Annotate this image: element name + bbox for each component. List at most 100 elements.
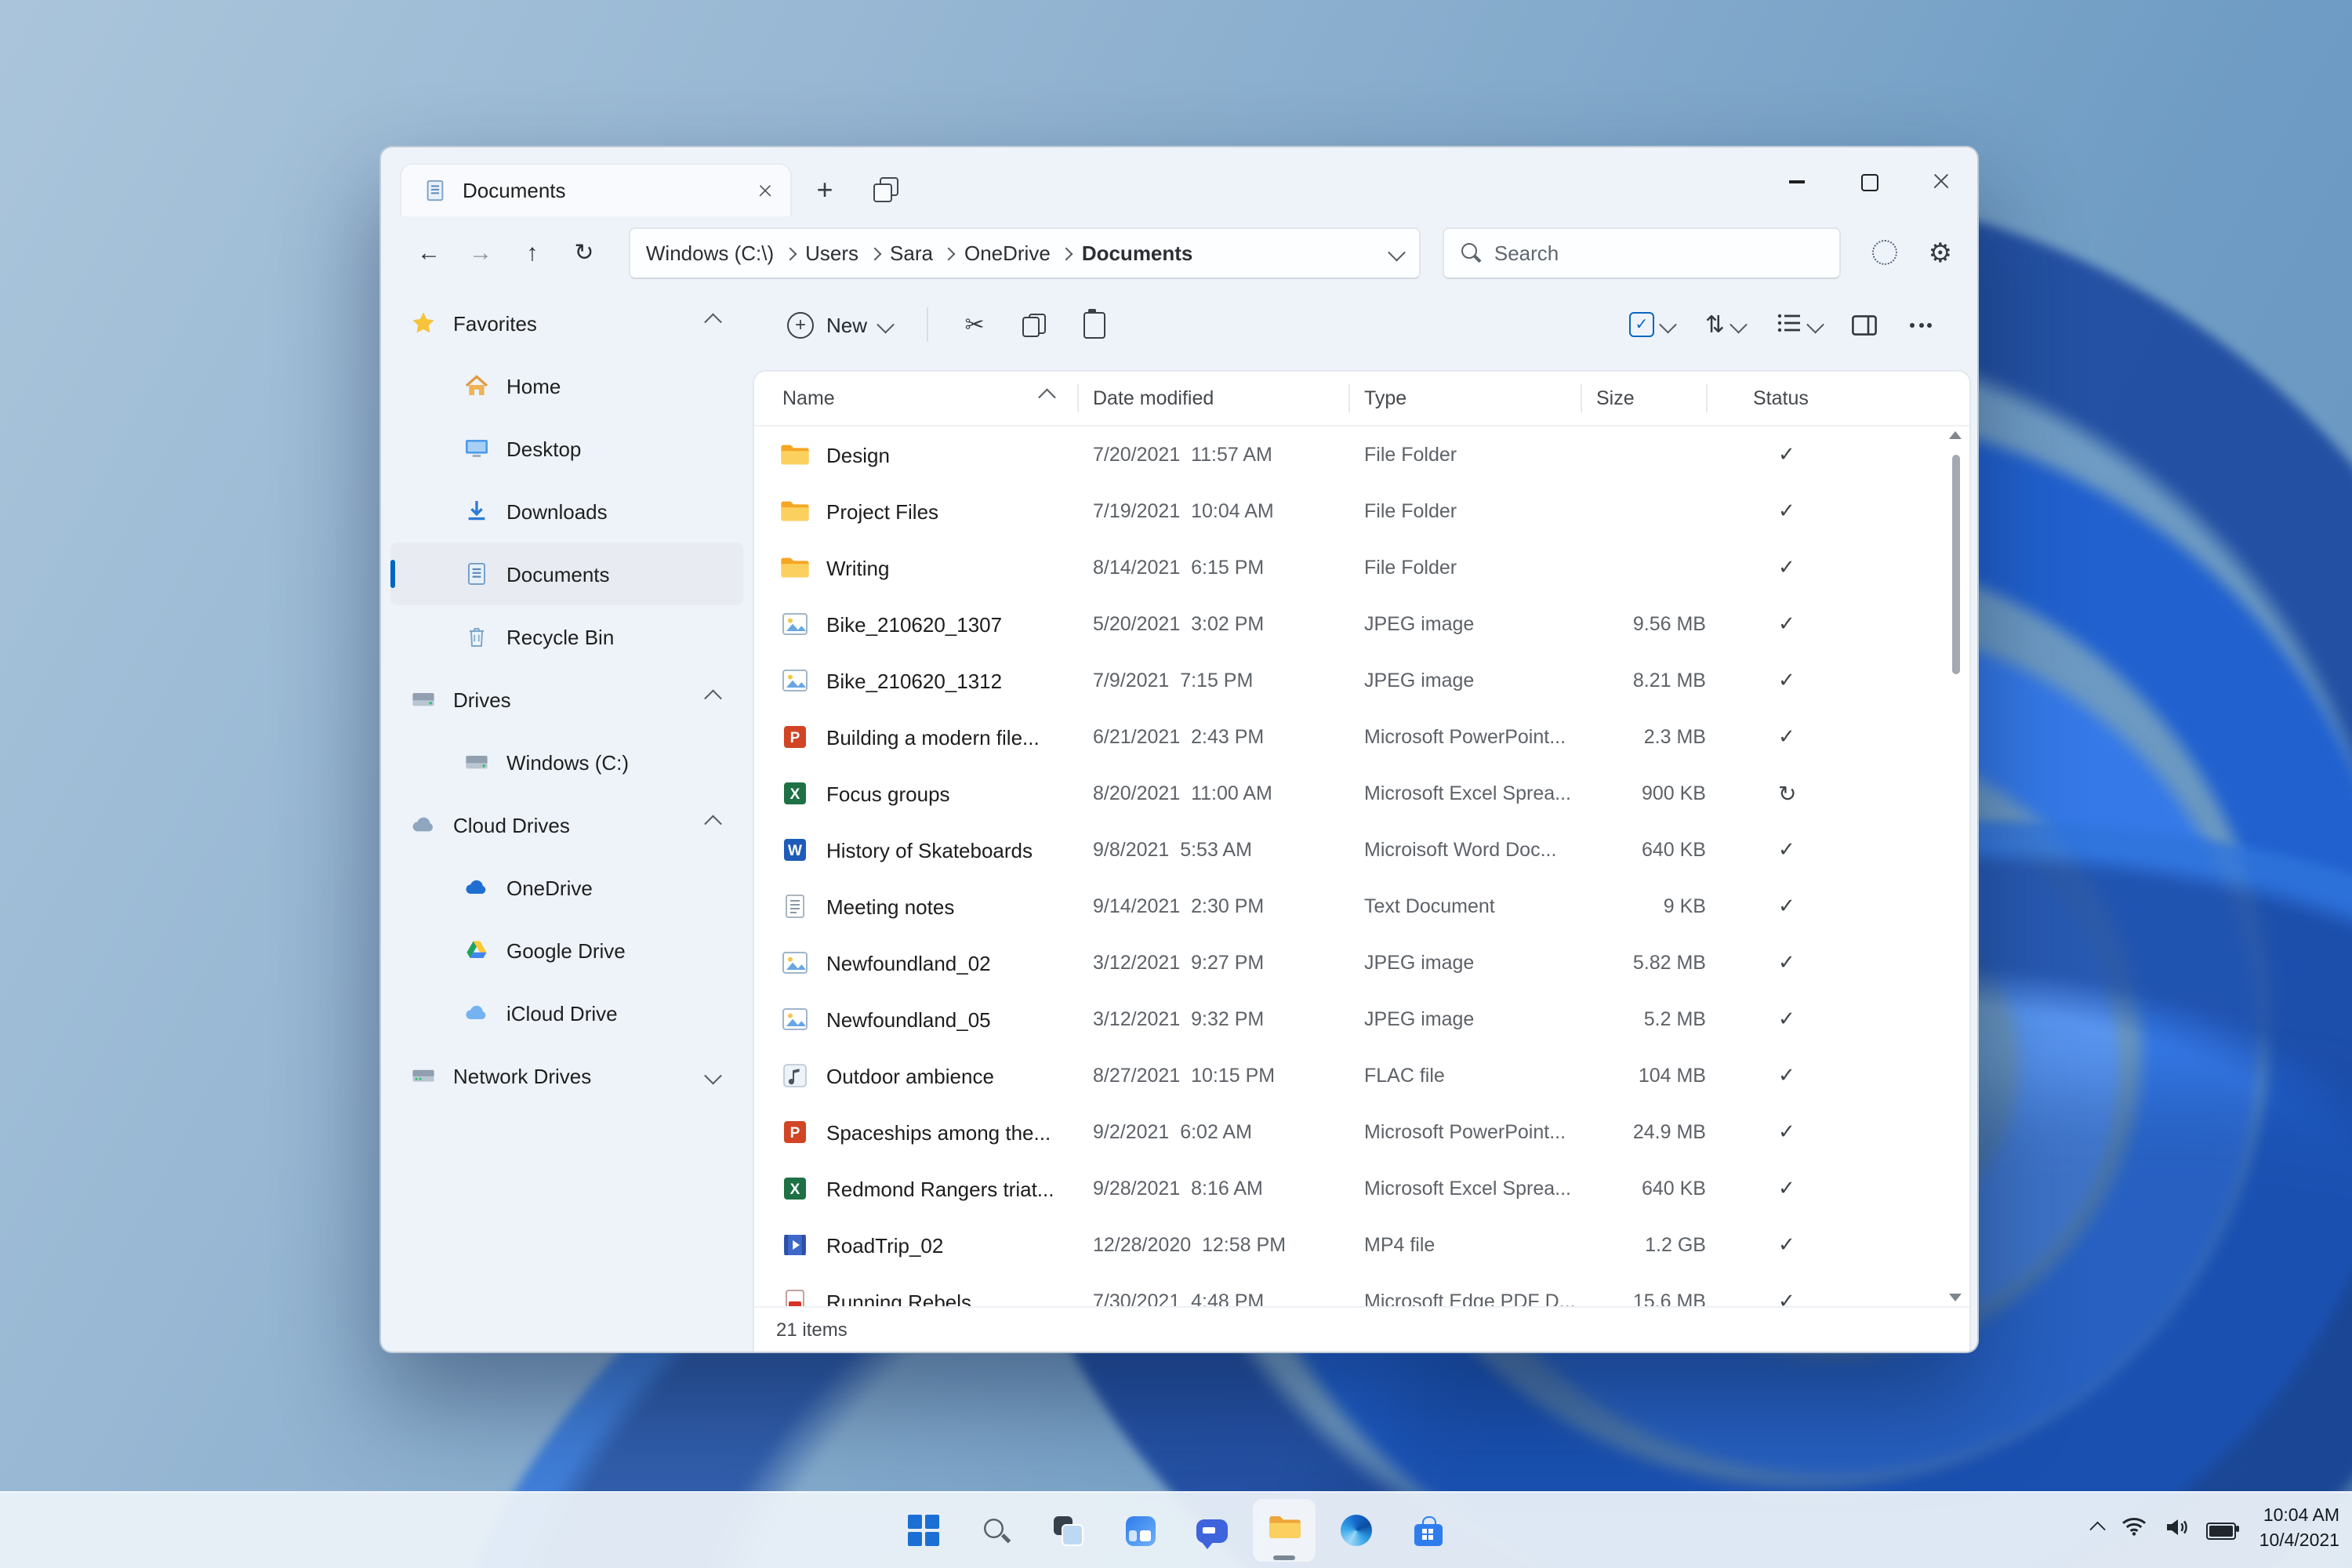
search-input[interactable] bbox=[1494, 241, 1824, 264]
refresh-button[interactable]: ↻ bbox=[561, 229, 607, 276]
breadcrumb-item-documents[interactable]: Documents bbox=[1082, 241, 1193, 264]
taskbar-search-button[interactable] bbox=[964, 1499, 1027, 1562]
file-name: Project Files bbox=[826, 499, 939, 523]
file-row-outdoor-ambience[interactable]: Outdoor ambience 8/27/2021 10:15 PM FLAC f… bbox=[754, 1047, 1969, 1104]
gear-icon[interactable]: ⚙ bbox=[1929, 239, 1953, 266]
breadcrumb-item-sara[interactable]: Sara bbox=[890, 241, 933, 264]
view-button[interactable] bbox=[1763, 299, 1833, 350]
paste-icon[interactable] bbox=[1069, 299, 1119, 350]
close-button[interactable] bbox=[1905, 147, 1977, 216]
tab-overview-icon[interactable] bbox=[873, 177, 898, 202]
window-body: Favorites Home Desktop Downloads Documents Re… bbox=[381, 289, 1977, 1352]
sidebar-section-label: Cloud Drives bbox=[453, 813, 570, 837]
sidebar-item-google-drive[interactable]: Google Drive bbox=[390, 919, 743, 982]
task-view-button[interactable] bbox=[1036, 1499, 1099, 1562]
column-header-date-modified[interactable]: Date modified bbox=[1077, 372, 1348, 425]
column-header-name[interactable]: Name bbox=[779, 372, 1077, 425]
file-row-writing[interactable]: Writing 8/14/2021 6:15 PM File Folder ✓ bbox=[754, 539, 1969, 596]
video-icon bbox=[779, 1232, 811, 1258]
file-status: ✓ bbox=[1706, 612, 1947, 637]
file-row-redmond-rangers-triat[interactable]: X Redmond Rangers triat... 9/28/2021 8:16 … bbox=[754, 1160, 1969, 1217]
file-date-modified: 7/19/2021 10:04 AM bbox=[1093, 500, 1274, 522]
sidebar-item-documents[interactable]: Documents bbox=[390, 543, 743, 605]
sidebar-item-home[interactable]: Home bbox=[390, 354, 743, 417]
sidebar-item-windows-c[interactable]: Windows (C:) bbox=[390, 731, 743, 793]
tray-overflow-icon[interactable] bbox=[2090, 1523, 2106, 1538]
maximize-button[interactable] bbox=[1833, 147, 1905, 216]
copy-icon[interactable] bbox=[1009, 299, 1059, 350]
new-button[interactable]: + New bbox=[775, 302, 904, 347]
back-button[interactable]: ← bbox=[406, 229, 452, 276]
column-header-type[interactable]: Type bbox=[1348, 372, 1581, 425]
store-button[interactable] bbox=[1397, 1499, 1460, 1562]
chevron-down-icon[interactable] bbox=[703, 1067, 721, 1084]
file-row-bike-210620-1307[interactable]: Bike_210620_1307 5/20/2021 3:02 PM JPEG im… bbox=[754, 596, 1969, 652]
scroll-down-icon[interactable] bbox=[1949, 1294, 1962, 1301]
file-row-project-files[interactable]: Project Files 7/19/2021 10:04 AM File Fold… bbox=[754, 483, 1969, 539]
synced-check-icon: ✓ bbox=[1778, 1232, 1795, 1256]
volume-icon[interactable] bbox=[2164, 1515, 2189, 1545]
chevron-up-icon[interactable] bbox=[703, 816, 721, 833]
divider bbox=[926, 307, 928, 342]
file-date-modified: 9/2/2021 6:02 AM bbox=[1093, 1121, 1252, 1143]
chevron-up-icon[interactable] bbox=[703, 691, 721, 708]
file-row-roadtrip-02[interactable]: RoadTrip_02 12/28/2020 12:58 PM MP4 file 1.… bbox=[754, 1217, 1969, 1273]
sidebar-item-recycle-bin[interactable]: Recycle Bin bbox=[390, 605, 743, 668]
up-button[interactable]: ↑ bbox=[510, 229, 555, 276]
tab-documents[interactable]: Documents bbox=[400, 163, 792, 216]
cut-icon[interactable]: ✂ bbox=[949, 299, 1000, 350]
wifi-icon[interactable] bbox=[2122, 1516, 2147, 1544]
file-row-newfoundland-05[interactable]: Newfoundland_05 3/12/2021 9:32 PM JPEG ima… bbox=[754, 991, 1969, 1047]
file-status: ✓ bbox=[1706, 1289, 1947, 1306]
sidebar-item-onedrive[interactable]: OneDrive bbox=[390, 856, 743, 919]
file-explorer-button[interactable] bbox=[1253, 1499, 1316, 1562]
battery-icon[interactable] bbox=[2205, 1522, 2240, 1539]
new-tab-button[interactable]: + bbox=[801, 166, 848, 213]
breadcrumb-item-windows-c[interactable]: Windows (C:\) bbox=[646, 241, 774, 264]
file-row-building-a-modern-file[interactable]: P Building a modern file... 6/21/2021 2:43… bbox=[754, 709, 1969, 765]
select-button[interactable]: ✓ bbox=[1617, 299, 1686, 350]
forward-button[interactable]: → bbox=[458, 229, 503, 276]
file-row-bike-210620-1312[interactable]: Bike_210620_1312 7/9/2021 7:15 PM JPEG ima… bbox=[754, 652, 1969, 709]
breadcrumb-item-users[interactable]: Users bbox=[805, 241, 858, 264]
scrollbar[interactable] bbox=[1946, 431, 1965, 1301]
file-row-design[interactable]: Design 7/20/2021 11:57 AM File Folder ✓ bbox=[754, 426, 1969, 483]
chevron-up-icon[interactable] bbox=[703, 314, 721, 332]
column-header-size[interactable]: Size bbox=[1581, 372, 1706, 425]
sidebar-item-downloads[interactable]: Downloads bbox=[390, 480, 743, 543]
breadcrumb-item-onedrive[interactable]: OneDrive bbox=[964, 241, 1051, 264]
file-row-history-of-skateboards[interactable]: W History of Skateboards 9/8/2021 5:53 AM M… bbox=[754, 822, 1969, 878]
sort-button[interactable]: ⇅ bbox=[1693, 299, 1757, 350]
address-dropdown-icon[interactable] bbox=[1388, 244, 1406, 261]
minimize-button[interactable] bbox=[1761, 147, 1833, 216]
scroll-up-icon[interactable] bbox=[1949, 431, 1962, 439]
sidebar-section-favorites[interactable]: Favorites bbox=[390, 292, 743, 354]
preview-pane-button[interactable] bbox=[1839, 299, 1889, 350]
file-type: File Folder bbox=[1364, 557, 1457, 579]
sidebar-section-cloud-drives[interactable]: Cloud Drives bbox=[390, 793, 743, 856]
file-name: Writing bbox=[826, 556, 890, 579]
file-name-cell: X Focus groups bbox=[779, 781, 1077, 806]
file-row-focus-groups[interactable]: X Focus groups 8/20/2021 11:00 AM Microsoft… bbox=[754, 765, 1969, 822]
sidebar-section-drives[interactable]: Drives bbox=[390, 668, 743, 731]
search-icon bbox=[982, 1517, 1010, 1544]
widgets-button[interactable] bbox=[1109, 1499, 1171, 1562]
sidebar-item-desktop[interactable]: Desktop bbox=[390, 417, 743, 480]
clock[interactable]: 10:04 AM 10/4/2021 bbox=[2259, 1506, 2339, 1555]
file-row-running-rebels[interactable]: Running Rebels 7/30/2021 4:48 PM Microsoft… bbox=[754, 1273, 1969, 1306]
sidebar-section-network-drives[interactable]: Network Drives bbox=[390, 1044, 743, 1107]
edge-button[interactable] bbox=[1325, 1499, 1388, 1562]
file-row-spaceships-among-the[interactable]: P Spaceships among the... 9/2/2021 6:02 AM… bbox=[754, 1104, 1969, 1160]
file-date-modified: 8/20/2021 11:00 AM bbox=[1093, 782, 1272, 804]
sidebar-item-icloud-drive[interactable]: iCloud Drive bbox=[390, 982, 743, 1044]
tab-close-icon[interactable] bbox=[756, 181, 775, 201]
file-row-meeting-notes[interactable]: Meeting notes 9/14/2021 2:30 PM Text Docum… bbox=[754, 878, 1969, 935]
folder-icon bbox=[1266, 1512, 1302, 1548]
scrollbar-thumb[interactable] bbox=[1951, 455, 1959, 674]
file-row-newfoundland-02[interactable]: Newfoundland_02 3/12/2021 9:27 PM JPEG ima… bbox=[754, 935, 1969, 991]
file-status: ✓ bbox=[1706, 724, 1947, 750]
chat-button[interactable] bbox=[1181, 1499, 1243, 1562]
column-header-status[interactable]: Status bbox=[1706, 372, 1947, 425]
start-button[interactable] bbox=[892, 1499, 955, 1562]
see-more-button[interactable] bbox=[1896, 299, 1946, 350]
